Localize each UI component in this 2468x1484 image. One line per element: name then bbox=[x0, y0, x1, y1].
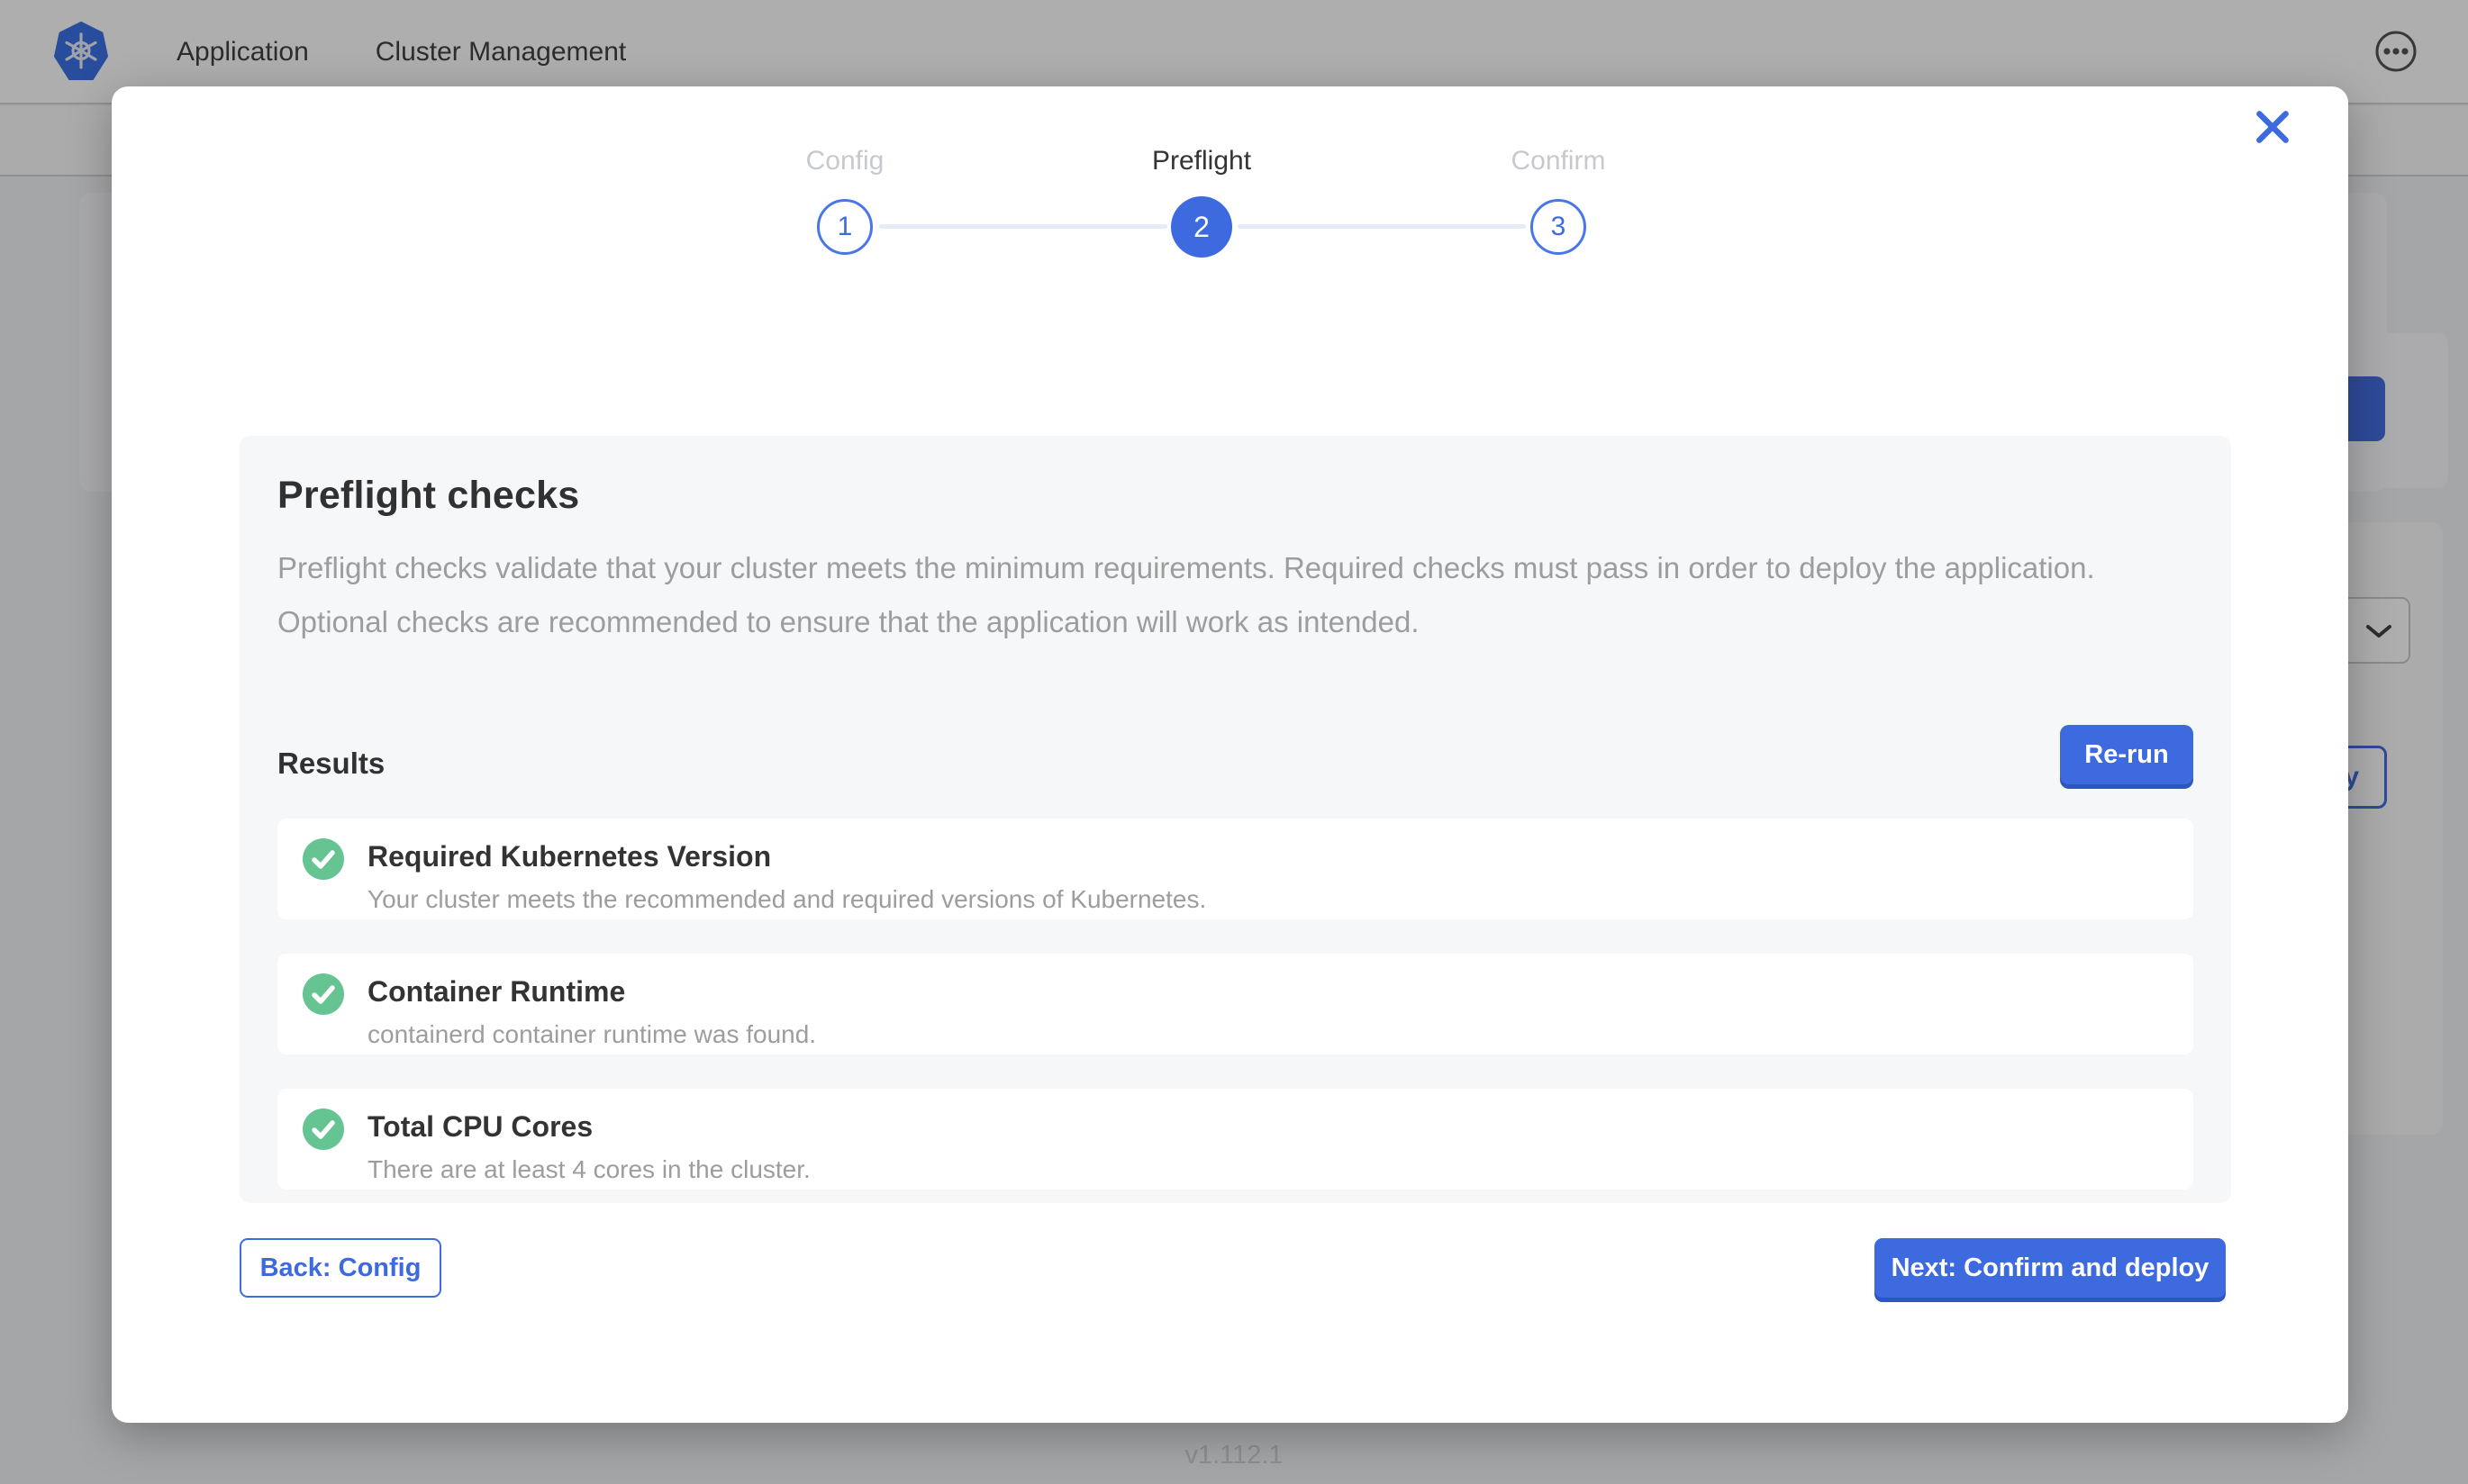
modal-description: Preflight checks validate that your clus… bbox=[277, 541, 2155, 649]
step-connector bbox=[879, 224, 1167, 229]
step-circle-preflight[interactable]: 2 bbox=[1171, 196, 1232, 258]
step-label-preflight: Preflight bbox=[1066, 146, 1337, 176]
check-message: Your cluster meets the recommended and r… bbox=[367, 885, 1206, 914]
preflight-modal: Config Preflight Confirm 1 2 3 Preflight… bbox=[112, 86, 2348, 1423]
check-circle-icon bbox=[303, 838, 344, 880]
check-row: Container Runtime containerd container r… bbox=[277, 954, 2193, 1054]
check-message: There are at least 4 cores in the cluste… bbox=[367, 1155, 811, 1184]
check-row: Required Kubernetes Version Your cluster… bbox=[277, 819, 2193, 919]
stepper: Config Preflight Confirm 1 2 3 bbox=[112, 86, 2348, 321]
check-title: Required Kubernetes Version bbox=[367, 837, 1206, 876]
back-button[interactable]: Back: Config bbox=[240, 1238, 441, 1298]
next-button[interactable]: Next: Confirm and deploy bbox=[1874, 1238, 2226, 1298]
step-circle-confirm[interactable]: 3 bbox=[1530, 199, 1586, 255]
check-row: Total CPU Cores There are at least 4 cor… bbox=[277, 1089, 2193, 1190]
step-circle-config[interactable]: 1 bbox=[817, 199, 873, 255]
check-title: Container Runtime bbox=[367, 972, 816, 1011]
check-circle-icon bbox=[303, 973, 344, 1015]
preflight-card: Preflight checks Preflight checks valida… bbox=[240, 436, 2231, 1203]
step-label-confirm: Confirm bbox=[1423, 146, 1693, 176]
check-title: Total CPU Cores bbox=[367, 1107, 811, 1146]
modal-title: Preflight checks bbox=[277, 474, 2193, 518]
step-label-config: Config bbox=[710, 146, 980, 176]
check-circle-icon bbox=[303, 1108, 344, 1150]
step-connector bbox=[1238, 224, 1526, 229]
results-bar: Results Re-run bbox=[277, 725, 2193, 784]
results-heading: Results bbox=[277, 747, 385, 781]
check-message: containerd container runtime was found. bbox=[367, 1020, 816, 1049]
rerun-button[interactable]: Re-run bbox=[2060, 725, 2193, 784]
